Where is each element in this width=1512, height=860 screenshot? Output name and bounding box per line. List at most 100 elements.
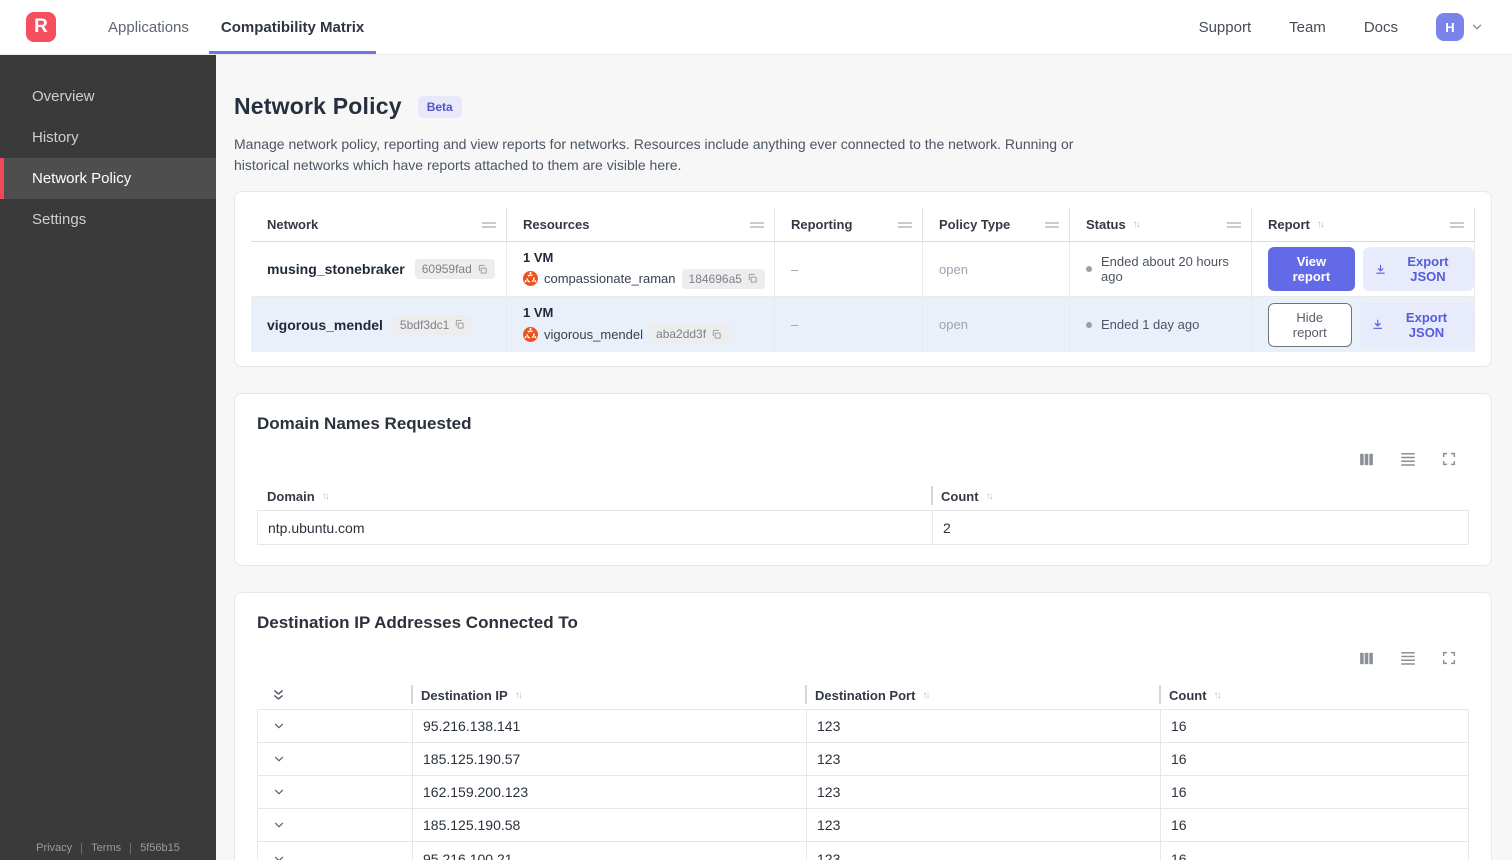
build-hash: 5f56b15	[140, 842, 180, 854]
sort-icon[interactable]: ↑↓	[986, 491, 994, 502]
page-title: Network Policy	[234, 93, 402, 119]
status-cell: Ended about 20 hours ago	[1069, 242, 1251, 296]
vm-id-badge[interactable]: 184696a5	[681, 268, 765, 289]
copy-icon[interactable]	[454, 319, 465, 330]
export-json-button[interactable]: Export JSON	[1359, 302, 1474, 347]
sort-icon[interactable]: ↑↓	[1317, 219, 1325, 230]
nav-link-support[interactable]: Support	[1199, 19, 1252, 36]
network-name: vigorous_mendel	[267, 316, 383, 333]
fullscreen-icon[interactable]	[1441, 650, 1457, 666]
destination-port-cell: 123	[806, 710, 1160, 742]
nav-link-team[interactable]: Team	[1289, 19, 1326, 36]
app-logo[interactable]: R	[26, 12, 56, 42]
destinations-card: Destination IP Addresses Connected To De…	[234, 592, 1492, 860]
network-id-badge[interactable]: 5bdf3dc1	[392, 314, 473, 335]
sort-icon[interactable]: ↑↓	[515, 690, 523, 701]
chevron-down-icon[interactable]	[272, 752, 286, 766]
domains-card: Domain Names Requested Domain ↑↓ Count ↑…	[234, 393, 1492, 566]
avatar[interactable]: H	[1436, 13, 1464, 41]
count-cell: 16	[1160, 809, 1468, 841]
copy-icon[interactable]	[747, 273, 758, 284]
col-header-policy-type[interactable]: Policy Type	[922, 208, 1069, 241]
rows-density-icon[interactable]	[1399, 649, 1417, 667]
col-header-domain[interactable]: Domain ↑↓	[257, 482, 931, 510]
chevron-down-icon[interactable]	[272, 852, 286, 860]
export-json-button[interactable]: Export JSON	[1362, 247, 1474, 291]
col-header-expand-all[interactable]	[257, 681, 411, 709]
columns-icon[interactable]	[1358, 451, 1375, 468]
copy-icon[interactable]	[477, 264, 488, 275]
chevron-down-icon[interactable]	[272, 818, 286, 832]
network-row-musing-stonebraker[interactable]: musing_stonebraker 60959fad 1 VM compass…	[251, 242, 1475, 297]
nav-link-docs[interactable]: Docs	[1364, 19, 1398, 36]
user-menu[interactable]: H	[1436, 13, 1484, 41]
privacy-link[interactable]: Privacy	[36, 842, 72, 854]
sidebar-item-network-policy[interactable]: Network Policy	[0, 158, 216, 199]
column-resize-handle[interactable]	[482, 221, 496, 228]
network-id-badge[interactable]: 60959fad	[414, 259, 495, 279]
double-chevron-down-icon[interactable]	[271, 688, 286, 703]
columns-icon[interactable]	[1358, 650, 1375, 667]
sidebar-item-overview[interactable]: Overview	[0, 76, 216, 117]
row-expander-cell	[258, 842, 412, 860]
destination-port-cell: 123	[806, 776, 1160, 808]
chevron-down-icon[interactable]	[272, 785, 286, 799]
network-id: 60959fad	[421, 262, 472, 276]
status-text: Ended 1 day ago	[1101, 317, 1200, 332]
sort-icon[interactable]: ↑↓	[322, 491, 330, 502]
sort-icon[interactable]: ↑↓	[1133, 219, 1141, 230]
network-id: 5bdf3dc1	[399, 317, 450, 332]
column-resize-handle[interactable]	[1450, 221, 1464, 228]
sort-icon[interactable]: ↑↓	[1214, 690, 1222, 701]
tab-applications[interactable]: Applications	[96, 0, 201, 54]
chevron-down-icon[interactable]	[272, 719, 286, 733]
column-resize-handle[interactable]	[1227, 221, 1241, 228]
main-content: Network Policy Beta Manage network polic…	[216, 55, 1512, 860]
vm-name: compassionate_raman	[544, 271, 676, 286]
col-header-resources[interactable]: Resources	[506, 208, 774, 241]
column-resize-handle[interactable]	[1045, 221, 1059, 228]
status-text: Ended about 20 hours ago	[1101, 254, 1229, 284]
domain-row[interactable]: ntp.ubuntu.com 2	[258, 511, 1468, 544]
fullscreen-icon[interactable]	[1441, 451, 1457, 467]
sidebar-item-history[interactable]: History	[0, 117, 216, 158]
domains-table-header: Domain ↑↓ Count ↑↓	[257, 482, 1469, 510]
rows-density-icon[interactable]	[1399, 450, 1417, 468]
column-resize-handle[interactable]	[750, 221, 764, 228]
destinations-table-header: Destination IP ↑↓ Destination Port ↑↓ Co…	[257, 681, 1469, 709]
col-header-status[interactable]: Status ↑↓	[1069, 208, 1251, 241]
terms-link[interactable]: Terms	[91, 842, 121, 854]
col-header-destination-ip[interactable]: Destination IP ↑↓	[411, 681, 805, 709]
col-label: Resources	[523, 217, 590, 232]
reporting-cell: –	[774, 297, 922, 352]
chevron-down-icon	[1470, 20, 1484, 34]
col-header-network[interactable]: Network	[251, 208, 506, 241]
col-label: Network	[267, 217, 319, 232]
col-label: Domain	[267, 488, 315, 504]
ubuntu-icon	[523, 271, 538, 286]
row-expander-cell	[258, 710, 412, 742]
hide-report-button[interactable]: Hide report	[1268, 302, 1352, 347]
sort-icon[interactable]: ↑↓	[922, 690, 930, 701]
vm-id-badge[interactable]: aba2dd3f	[649, 324, 730, 344]
reporting-cell: –	[774, 242, 922, 296]
domain-cell: ntp.ubuntu.com	[268, 519, 365, 536]
sidebar-item-settings[interactable]: Settings	[0, 199, 216, 240]
nav-right: Support Team Docs H	[1199, 0, 1512, 54]
vm-id: 184696a5	[688, 271, 742, 286]
view-report-button[interactable]: View report	[1268, 247, 1355, 291]
resources-cell: 1 VM compassionate_raman 184696a5	[506, 242, 774, 296]
network-row-vigorous-mendel[interactable]: vigorous_mendel 5bdf3dc1 1 VM vigorous_m…	[251, 297, 1475, 352]
copy-icon[interactable]	[711, 329, 722, 340]
col-header-count[interactable]: Count ↑↓	[1159, 681, 1469, 709]
network-name-cell: vigorous_mendel 5bdf3dc1	[251, 297, 506, 352]
col-header-report[interactable]: Report ↑↓	[1251, 208, 1475, 241]
column-resize-handle[interactable]	[898, 221, 912, 228]
destination-row: 185.125.190.58 123 16	[258, 809, 1468, 842]
report-cell: View report Export JSON	[1251, 242, 1475, 296]
vm-count: 1 VM	[523, 305, 554, 320]
col-header-count[interactable]: Count ↑↓	[931, 482, 1469, 510]
col-header-destination-port[interactable]: Destination Port ↑↓	[805, 681, 1159, 709]
tab-compatibility-matrix[interactable]: Compatibility Matrix	[208, 0, 377, 54]
col-header-reporting[interactable]: Reporting	[774, 208, 922, 241]
